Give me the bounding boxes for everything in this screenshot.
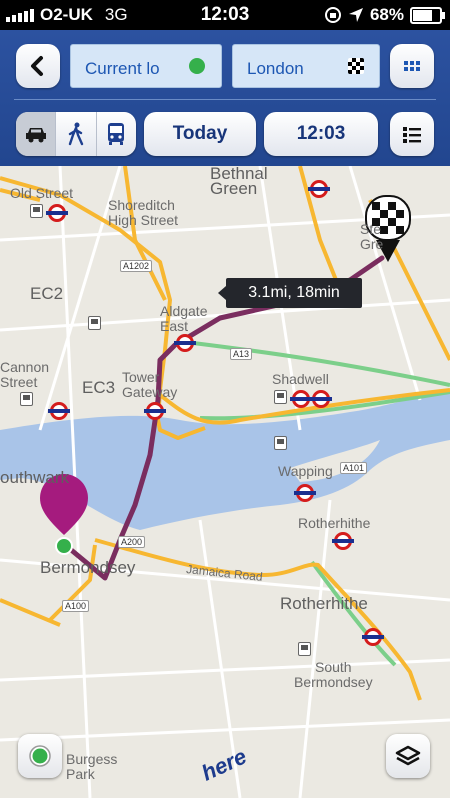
tube-station-icon (362, 628, 384, 646)
locate-icon (29, 745, 51, 767)
route-list-button[interactable] (390, 112, 434, 156)
label-rotherhithe-station: Rotherhithe (298, 515, 371, 531)
battery-icon (410, 6, 445, 24)
label-aldgate-east: Aldgate East (160, 303, 208, 334)
battery-percent: 68% (369, 5, 404, 24)
label-ec3: EC3 (82, 378, 116, 397)
tube-station-icon (46, 204, 68, 222)
label-bethnal-green: Bethnal Green (210, 164, 268, 198)
from-field-value: Current lo (85, 59, 160, 78)
header-divider (14, 99, 436, 100)
car-icon (25, 128, 46, 143)
road-a13: A13 (230, 348, 253, 360)
tube-station-icon (310, 390, 332, 408)
tube-station-icon (144, 402, 166, 420)
to-field[interactable]: London (232, 44, 380, 88)
road-a1202: A1202 (120, 260, 153, 272)
bus-stop-icon (20, 392, 33, 406)
label-bermondsey: Bermondsey (40, 558, 136, 577)
label-stepney-green: Ste Gre (360, 221, 384, 252)
status-bar: O2-UK 3G 12:03 68% (0, 0, 450, 30)
locate-button[interactable] (18, 734, 62, 778)
label-burgess-park: Burgess Park (66, 751, 118, 782)
route-header: Current lo London Today 12:03 (0, 30, 450, 166)
road-a100: A100 (62, 600, 90, 612)
bus-stop-icon (30, 204, 43, 218)
back-button[interactable] (16, 44, 60, 88)
tube-station-icon (308, 180, 330, 198)
label-southwark: outhwark (0, 468, 69, 487)
tube-station-icon (290, 390, 312, 408)
tube-station-icon (294, 484, 316, 502)
label-tower-gateway: Tower Gateway (122, 369, 178, 400)
label-cannon-street: Cannon Street (0, 359, 50, 390)
layers-icon (395, 745, 421, 766)
route-summary-callout[interactable]: 3.1mi, 18min (218, 278, 362, 308)
label-shoreditch: Shoreditch High Street (108, 197, 179, 228)
road-a200: A200 (118, 536, 146, 548)
green-dot-icon (189, 58, 205, 74)
apps-menu-button[interactable] (390, 44, 434, 88)
label-shadwell: Shadwell (272, 371, 329, 387)
label-rotherhithe: Rotherhithe (280, 594, 368, 613)
mode-walk-button[interactable] (56, 112, 97, 156)
walk-icon (68, 122, 84, 146)
bus-stop-icon (298, 642, 311, 656)
checkered-flag-icon (348, 58, 364, 74)
chevron-left-icon (31, 56, 43, 76)
time-button[interactable]: 12:03 (264, 112, 378, 156)
label-ec2: EC2 (30, 284, 64, 303)
tube-station-icon (48, 402, 70, 420)
to-field-value: London (247, 59, 304, 78)
grid-icon (404, 61, 420, 71)
date-button[interactable]: Today (144, 112, 256, 156)
bus-icon (108, 123, 125, 145)
mode-transit-button[interactable] (97, 112, 136, 156)
layers-button[interactable] (386, 734, 430, 778)
label-old-street: Old Street (10, 185, 74, 201)
bus-stop-icon (274, 390, 287, 404)
tube-station-icon (174, 334, 196, 352)
road-a101: A101 (340, 462, 368, 474)
mode-car-button[interactable] (16, 112, 57, 156)
transport-mode-selector (16, 112, 136, 156)
from-field[interactable]: Current lo (70, 44, 222, 88)
tube-station-icon (332, 532, 354, 550)
label-wapping: Wapping (278, 463, 333, 479)
bus-stop-icon (88, 316, 101, 330)
location-arrow-icon (348, 8, 363, 22)
label-south-bermondsey: South Bermondsey (294, 659, 373, 690)
list-icon (403, 127, 421, 143)
rotation-lock-icon (324, 7, 341, 23)
bus-stop-icon (274, 436, 287, 450)
